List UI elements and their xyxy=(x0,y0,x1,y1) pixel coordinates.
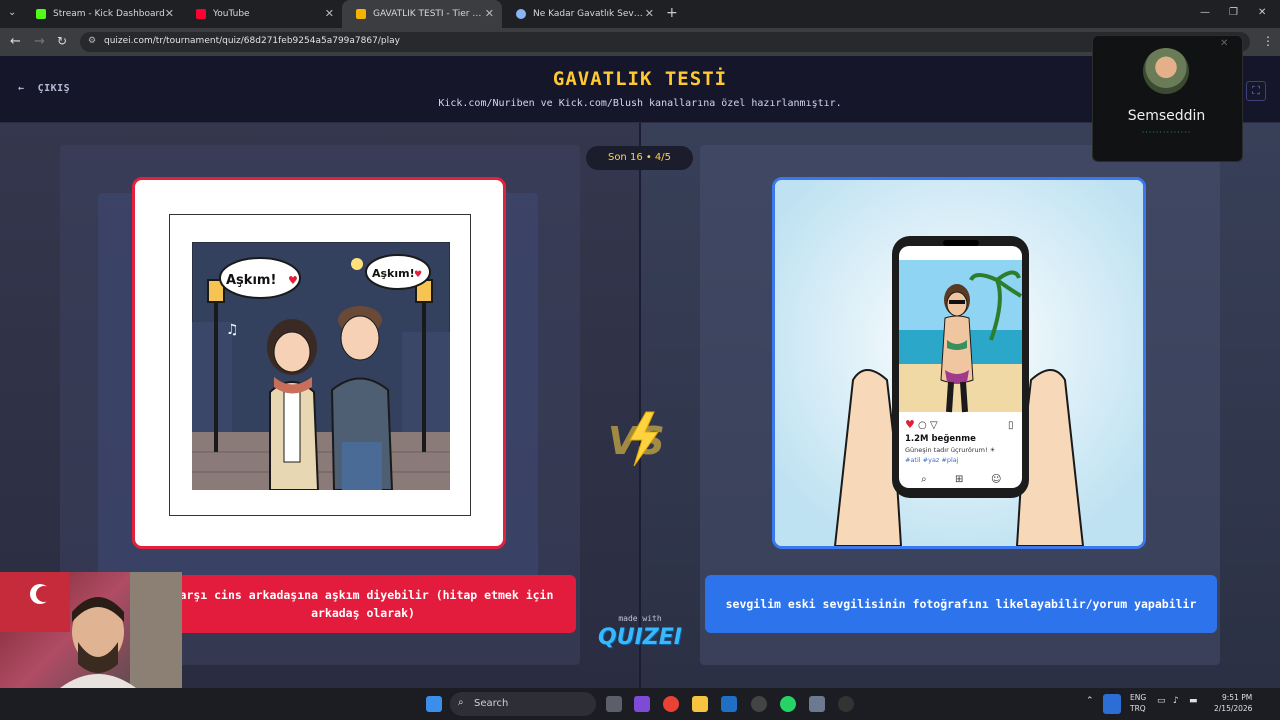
heart-icon: ♥ xyxy=(288,274,298,287)
window-close-icon[interactable]: ✕ xyxy=(1258,7,1266,18)
volume-icon[interactable]: ♪ xyxy=(1173,696,1179,706)
clock-date[interactable]: 2/15/2026 xyxy=(1214,704,1252,713)
back-icon[interactable]: ← xyxy=(10,34,21,49)
menu-icon[interactable]: ⋮ xyxy=(1262,34,1274,48)
couple-cartoon-illustration: Aşkım! ♥ Aşkım! ♥ ♫ xyxy=(192,242,450,490)
heart-icon: ♥ xyxy=(414,270,422,280)
voice-activity-indicator: ·············· xyxy=(1141,128,1192,137)
phone-add-icon: ⊞ xyxy=(955,474,963,485)
vs-text: VS xyxy=(608,419,665,463)
search-placeholder: Search xyxy=(474,698,509,709)
phone-profile-icon: ☺ xyxy=(991,474,1001,485)
tab-gavatlik-testi[interactable]: GAVATLIK TESTİ - Tier List, Kör ✕ xyxy=(342,0,502,28)
store-icon[interactable] xyxy=(721,696,737,712)
search-icon: ⌕ xyxy=(458,697,464,708)
bookmark-icon: ▯ xyxy=(1008,420,1014,431)
new-tab-icon[interactable]: + xyxy=(666,5,678,21)
tab-label: Ne Kadar Gavatlık Seviyesinde xyxy=(533,9,645,19)
quiz-header: ← ÇIKIŞ GAVATLIK TESTİ Kick.com/Nuriben … xyxy=(0,56,1280,123)
tab-label: GAVATLIK TESTİ - Tier List, Kör xyxy=(373,9,483,19)
restore-icon[interactable]: ❐ xyxy=(1229,7,1238,18)
clock-time[interactable]: 9:51 PM xyxy=(1222,693,1252,702)
network-icon[interactable]: ▭ xyxy=(1157,696,1166,706)
left-image-frame: Aşkım! ♥ Aşkım! ♥ ♫ xyxy=(169,214,471,516)
left-speech-bubble-text: Aşkım! xyxy=(226,273,276,288)
phone-caption-text: Güneşin tadır üçrurörum! ☀ xyxy=(905,446,996,454)
tab-youtube[interactable]: YouTube ✕ xyxy=(182,0,342,28)
tab-label: YouTube xyxy=(213,9,250,19)
comment-icon: ○ xyxy=(918,420,927,431)
tab-kick-dashboard[interactable]: Stream - Kick Dashboard ✕ xyxy=(22,0,182,28)
close-icon[interactable]: ✕ xyxy=(645,7,654,20)
page-title: GAVATLIK TESTİ xyxy=(552,68,728,90)
phone-search-icon: ⌕ xyxy=(921,474,927,485)
taskbar-search[interactable] xyxy=(450,692,596,716)
quizei-icon xyxy=(356,9,366,19)
quizei-logo[interactable]: QUIZEI xyxy=(598,625,682,650)
browser-tab-bar: ⌄ Stream - Kick Dashboard ✕ YouTube ✕ GA… xyxy=(0,0,1280,28)
like-heart-icon: ♥ xyxy=(905,418,915,431)
quiz-page: ← ÇIKIŞ GAVATLIK TESTİ Kick.com/Nuriben … xyxy=(0,56,1280,688)
right-speech-bubble-text: Aşkım! xyxy=(372,267,415,280)
whatsapp-icon[interactable] xyxy=(780,696,796,712)
phone-tags-text: #atil #yaz #plaj xyxy=(905,456,959,464)
round-indicator: Son 16 • 4/5 xyxy=(586,146,693,170)
tab-ne-kadar-gavatlik[interactable]: Ne Kadar Gavatlık Seviyesinde ✕ xyxy=(502,0,662,28)
input-language-bottom[interactable]: TRQ xyxy=(1130,704,1146,713)
forward-icon[interactable]: → xyxy=(34,34,45,49)
kick-icon xyxy=(36,9,46,19)
close-icon[interactable]: ✕ xyxy=(1220,38,1228,49)
right-option-label[interactable]: sevgilim eski sevgilisinin fotoğrafını l… xyxy=(705,575,1217,633)
reload-icon[interactable]: ↻ xyxy=(57,34,67,48)
center-divider xyxy=(639,123,641,688)
phone-instagram-illustration: ♥ ○ ▽ ▯ 1.2M beğenme Güneşin tadır üçrur… xyxy=(775,180,1143,546)
right-option-card[interactable]: ♥ ○ ▽ ▯ 1.2M beğenme Güneşin tadır üçrur… xyxy=(772,177,1146,549)
matchup-area: Son 16 • 4/5 Aşkım! ♥ Aşkım! ♥ ♫ VS ♥ ○ … xyxy=(0,123,1280,688)
obs-icon[interactable] xyxy=(751,696,767,712)
file-explorer-icon[interactable] xyxy=(692,696,708,712)
webcam-feed-image xyxy=(0,572,182,688)
avatar xyxy=(1143,48,1189,94)
left-option-card[interactable]: Aşkım! ♥ Aşkım! ♥ ♫ xyxy=(132,177,506,549)
url-text[interactable]: quizei.com/tr/tournament/quiz/68d271feb9… xyxy=(104,36,400,46)
phone-likes-text: 1.2M beğenme xyxy=(905,434,976,444)
youtube-icon xyxy=(196,9,206,19)
fullscreen-icon[interactable]: ⛶ xyxy=(1246,81,1266,101)
address-bar: ← → ↻ ⚙ quizei.com/tr/tournament/quiz/68… xyxy=(0,28,1280,56)
windows-start-icon[interactable] xyxy=(426,696,442,712)
close-icon[interactable]: ✕ xyxy=(325,7,334,20)
globe-icon xyxy=(516,9,526,19)
caller-name: Semseddin xyxy=(1127,108,1206,124)
close-icon[interactable]: ✕ xyxy=(165,7,174,20)
microphone-icon[interactable] xyxy=(1103,694,1121,714)
copilot-icon[interactable] xyxy=(634,696,650,712)
windows-taskbar: ⌕ Search ⌃ ENG TRQ ▭ ♪ ▬ 9:51 PM 2/15/20… xyxy=(0,688,1280,720)
site-info-icon[interactable]: ⚙ xyxy=(88,36,96,46)
minimize-icon[interactable]: — xyxy=(1200,7,1210,18)
tray-chevron-icon[interactable]: ⌃ xyxy=(1086,696,1094,706)
tab-label: Stream - Kick Dashboard xyxy=(53,9,165,19)
task-view-icon[interactable] xyxy=(606,696,622,712)
close-icon[interactable]: ✕ xyxy=(485,7,494,20)
media-player-icon[interactable] xyxy=(838,696,854,712)
music-note-icon: ♫ xyxy=(226,322,239,338)
page-subtitle: Kick.com/Nuriben ve Kick.com/Blush kanal… xyxy=(438,98,842,109)
tab-list-icon[interactable]: ⌄ xyxy=(8,7,16,18)
share-icon: ▽ xyxy=(930,420,938,431)
input-language-top[interactable]: ENG xyxy=(1130,693,1146,702)
webcam-overlay xyxy=(0,572,182,688)
battery-icon[interactable]: ▬ xyxy=(1189,696,1198,706)
left-option-label[interactable]: karşı cins arkadaşına aşkım diyebilir (h… xyxy=(150,575,576,633)
made-with-text: made with xyxy=(618,614,662,623)
chrome-icon[interactable] xyxy=(663,696,679,712)
settings-icon[interactable] xyxy=(809,696,825,712)
vs-badge: VS xyxy=(608,411,665,467)
